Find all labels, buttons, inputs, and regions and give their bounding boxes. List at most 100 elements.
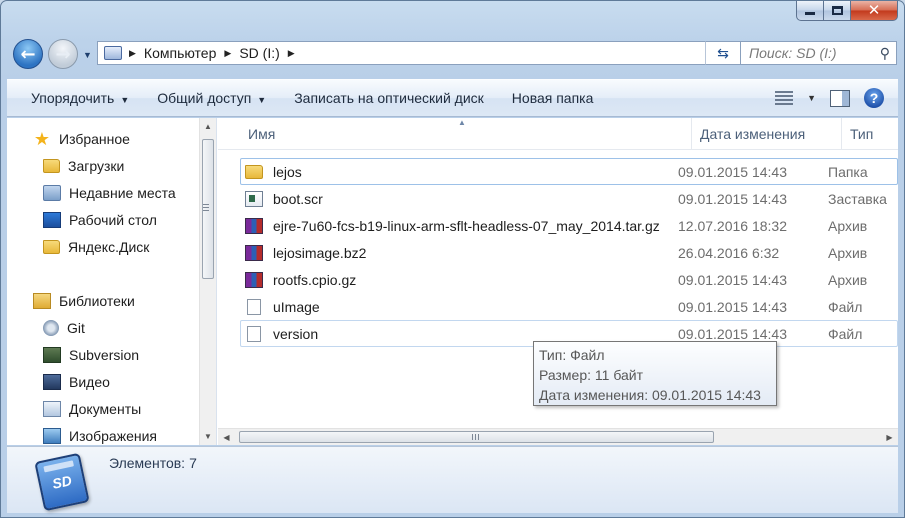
column-header-label: Имя — [248, 126, 276, 142]
column-header-name[interactable]: Имя — [240, 118, 692, 150]
column-header-label: Дата изменения — [700, 126, 806, 142]
file-row-uimage[interactable]: uImage 09.01.2015 14:43 Файл — [240, 293, 898, 320]
address-bar[interactable]: ▶ Компьютер ▶ SD (I:) ▶ ▼ — [97, 41, 741, 65]
file-row-lejos[interactable]: lejos 09.01.2015 14:43 Папка — [240, 158, 898, 185]
nav-item-label: Документы — [69, 401, 142, 417]
file-name: version — [273, 325, 319, 342]
star-icon: ★ — [33, 129, 51, 149]
file-date: 09.01.2015 14:43 — [678, 190, 787, 207]
organize-label: Упорядочить — [31, 90, 115, 106]
forward-button[interactable]: → — [48, 39, 78, 69]
navigation-pane-scrollbar[interactable]: ▲ ▼ — [199, 118, 216, 445]
refresh-button[interactable]: ⇆ — [705, 41, 741, 65]
column-headers: ▲ Имя Дата изменения Тип — [218, 118, 898, 150]
caption-buttons: ✕ — [796, 1, 898, 23]
nav-item-label: Изображения — [69, 428, 157, 444]
maximize-button[interactable] — [824, 1, 851, 21]
nav-item-pictures[interactable]: Изображения — [43, 424, 157, 445]
libraries-icon — [33, 293, 51, 309]
tooltip-date: Дата изменения: 09.01.2015 14:43 — [539, 387, 761, 403]
scroll-down-icon[interactable]: ▼ — [200, 428, 216, 445]
navigation-pane: ★ Избранное Загрузки Недавние места Рабо… — [7, 118, 217, 445]
desktop-icon — [43, 212, 61, 228]
file-info-tooltip: Тип: Файл Размер: 11 байт Дата изменения… — [533, 341, 777, 406]
nav-item-label: Subversion — [69, 347, 140, 363]
scroll-left-icon[interactable]: ◀ — [218, 429, 235, 445]
nav-item-recent-places[interactable]: Недавние места — [43, 181, 176, 205]
file-type: Папка — [828, 163, 868, 180]
downloads-folder-icon — [43, 159, 60, 173]
nav-item-label: Недавние места — [69, 185, 176, 201]
nav-item-desktop[interactable]: Рабочий стол — [43, 208, 157, 232]
back-button[interactable]: ← — [13, 39, 43, 69]
file-list-horizontal-scrollbar[interactable]: ◀ ▶ — [218, 428, 898, 445]
file-name: uImage — [273, 298, 320, 315]
share-label: Общий доступ — [157, 90, 252, 106]
search-placeholder: Поиск: SD (I:) — [749, 45, 837, 61]
nav-item-subversion[interactable]: Subversion — [43, 343, 139, 367]
change-view-icon[interactable] — [775, 91, 794, 105]
minimize-button[interactable] — [796, 1, 824, 21]
pictures-library-icon — [43, 428, 61, 444]
scroll-up-icon[interactable]: ▲ — [200, 118, 216, 135]
scroll-right-icon[interactable]: ▶ — [881, 429, 898, 445]
tooltip-type: Тип: Файл — [539, 347, 605, 363]
file-type: Файл — [828, 325, 863, 342]
nav-item-label: Видео — [69, 374, 110, 390]
breadcrumb-computer[interactable]: Компьютер — [144, 45, 216, 61]
scrollbar-thumb[interactable] — [239, 431, 714, 443]
nav-libraries[interactable]: Библиотеки — [33, 289, 135, 313]
file-name: ejre-7u60-fcs-b19-linux-arm-sflt-headles… — [273, 217, 660, 234]
view-options-dropdown[interactable]: ▼ — [807, 93, 816, 103]
search-icon[interactable]: ⚲ — [880, 45, 890, 62]
nav-item-label: Яндекс.Диск — [68, 239, 150, 255]
tooltip-size: Размер: 11 байт — [539, 367, 644, 383]
screensaver-icon — [245, 190, 263, 207]
nav-item-label: Рабочий стол — [69, 212, 157, 228]
details-pane: SD Элементов: 7 — [7, 446, 898, 513]
help-icon[interactable]: ? — [864, 88, 884, 108]
nav-item-documents[interactable]: Документы — [43, 397, 141, 421]
maximize-icon — [831, 6, 843, 15]
folder-icon — [43, 240, 60, 254]
column-header-type[interactable]: Тип — [842, 118, 898, 150]
nav-item-git[interactable]: Git — [43, 316, 85, 340]
item-count-label: Элементов: — [109, 455, 186, 471]
file-row-rootfs[interactable]: rootfs.cpio.gz 09.01.2015 14:43 Архив — [240, 266, 898, 293]
file-date: 26.04.2016 6:32 — [678, 244, 780, 261]
chevron-right-icon[interactable]: ▶ — [129, 48, 136, 59]
scrollbar-grip-icon — [472, 434, 480, 440]
file-date: 09.01.2015 14:43 — [678, 298, 787, 315]
nav-item-downloads[interactable]: Загрузки — [43, 154, 124, 178]
organize-button[interactable]: Упорядочить ▼ — [17, 90, 143, 106]
chevron-right-icon[interactable]: ▶ — [224, 48, 231, 59]
arrow-left-icon: ← — [20, 43, 36, 65]
file-icon — [247, 325, 261, 342]
preview-pane-icon[interactable] — [830, 89, 850, 107]
burn-button[interactable]: Записать на оптический диск — [280, 90, 498, 106]
file-row-ejre[interactable]: ejre-7u60-fcs-b19-linux-arm-sflt-headles… — [240, 212, 898, 239]
chevron-right-icon[interactable]: ▶ — [288, 48, 295, 59]
archive-icon — [245, 244, 263, 261]
file-row-lejosimage[interactable]: lejosimage.bz2 26.04.2016 6:32 Архив — [240, 239, 898, 266]
nav-item-video[interactable]: Видео — [43, 370, 110, 394]
item-count: Элементов: 7 — [109, 455, 197, 471]
new-folder-button[interactable]: Новая папка — [498, 90, 608, 106]
share-button[interactable]: Общий доступ ▼ — [143, 90, 280, 106]
file-name: lejosimage.bz2 — [273, 244, 367, 261]
nav-favorites[interactable]: ★ Избранное — [33, 127, 130, 151]
archive-icon — [245, 271, 263, 288]
file-name: rootfs.cpio.gz — [273, 271, 357, 288]
recent-pages-dropdown[interactable]: ▼ — [83, 50, 92, 60]
file-row-boot-scr[interactable]: boot.scr 09.01.2015 14:43 Заставка — [240, 185, 898, 212]
computer-icon — [104, 46, 122, 60]
nav-item-yandex-disk[interactable]: Яндекс.Диск — [43, 235, 149, 259]
breadcrumb-drive[interactable]: SD (I:) — [239, 45, 279, 61]
close-button[interactable]: ✕ — [851, 1, 898, 21]
file-name: lejos — [273, 163, 302, 180]
column-header-date[interactable]: Дата изменения — [692, 118, 842, 150]
file-icon — [247, 298, 261, 315]
search-input[interactable]: Поиск: SD (I:) ⚲ — [741, 41, 897, 65]
file-type: Архив — [828, 244, 868, 261]
arrow-right-icon: → — [55, 43, 71, 65]
